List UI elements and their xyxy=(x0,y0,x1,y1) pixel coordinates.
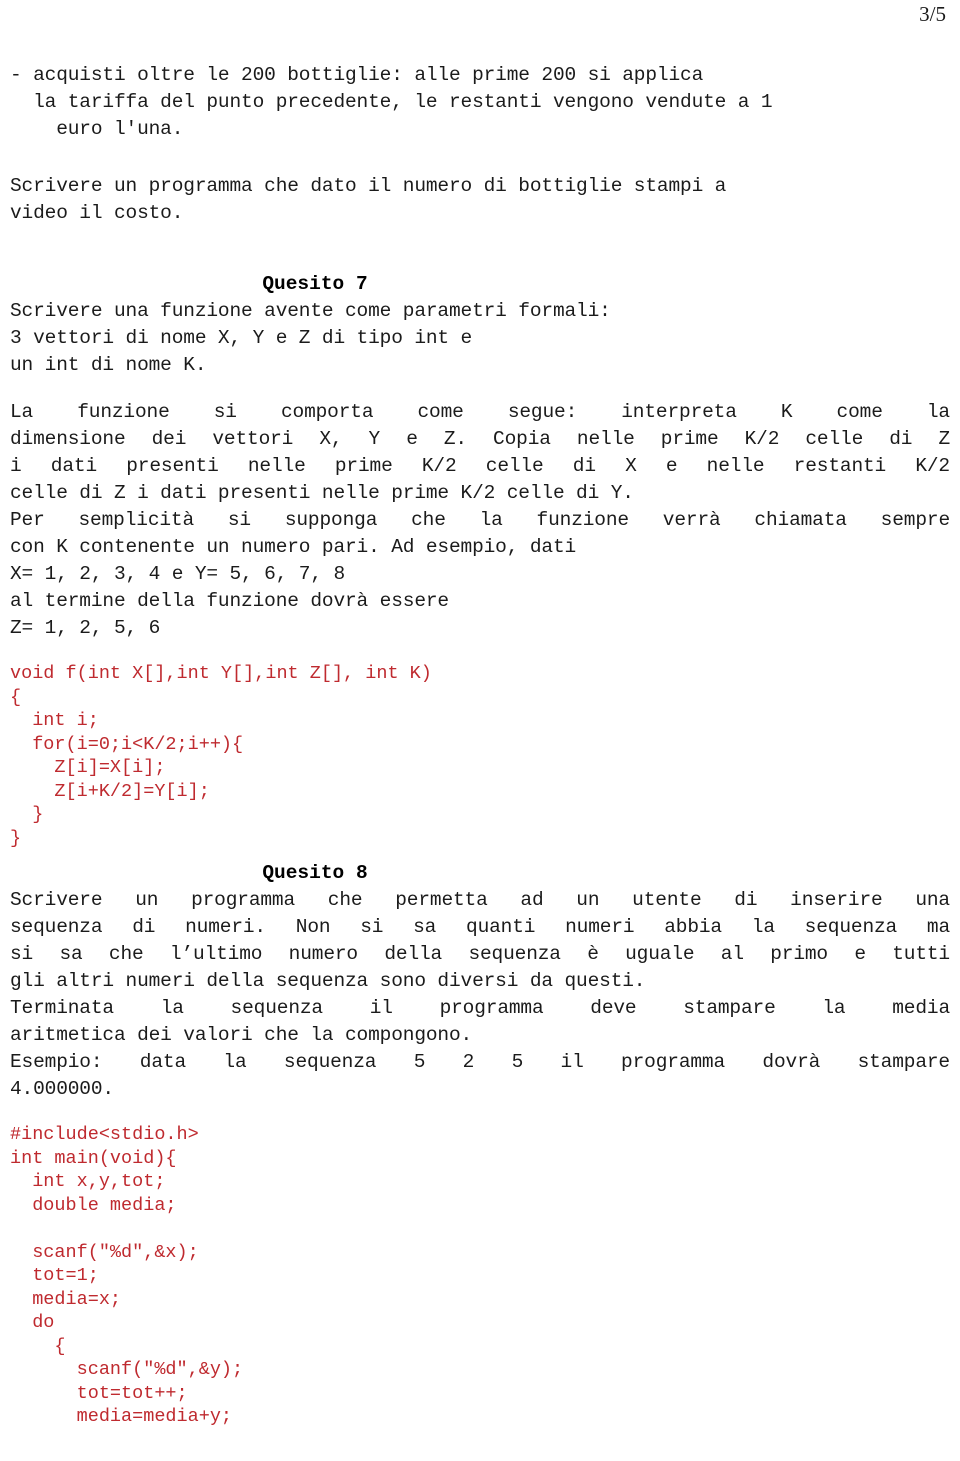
quesito-8-body-line-3: si sa che l’ultimo numero della sequenza… xyxy=(10,943,950,965)
quesito-7-body-line-3: i dati presenti nelle prime K/2 celle di… xyxy=(10,455,950,477)
bullet-line-1: - acquisti oltre le 200 bottiglie: alle … xyxy=(10,64,704,86)
quesito-7-body-line-2: dimensione dei vettori X, Y e Z. Copia n… xyxy=(10,428,950,450)
code-line: { xyxy=(10,686,22,708)
code-line: scanf("%d",&x); xyxy=(10,1241,199,1263)
code-line: } xyxy=(10,827,22,849)
code-line: Z[i+K/2]=Y[i]; xyxy=(10,780,210,802)
quesito-8-body-line-5: Terminata la sequenza il programma deve … xyxy=(10,997,950,1019)
page-number: 3/5 xyxy=(919,2,946,26)
code-line: Z[i]=X[i]; xyxy=(10,757,166,778)
quesito-7-body-line-8: al termine della funzione dovrà essere xyxy=(10,590,449,612)
code-line: media=media+y; xyxy=(10,1406,233,1427)
code-line: tot=1; xyxy=(10,1265,99,1286)
quesito-7-intro-line-3: un int di nome K. xyxy=(10,354,207,376)
intro-line-1: Scrivere un programma che dato il numero… xyxy=(10,175,727,197)
code-line: do xyxy=(10,1312,55,1333)
page-content: - acquisti oltre le 200 bottiglie: alle … xyxy=(10,62,950,1429)
code-line: } xyxy=(10,804,44,825)
quesito-8-body-line-6: aritmetica dei valori che la compongono. xyxy=(10,1024,473,1046)
quesito-7-intro-line-1: Scrivere una funzione avente come parame… xyxy=(10,300,611,322)
quesito-7-body-line-5: Per semplicità si supponga che la funzio… xyxy=(10,509,950,531)
document-page: 3/5 - acquisti oltre le 200 bottiglie: a… xyxy=(0,0,960,1461)
quesito-8-body-line-2: sequenza di numeri. Non si sa quanti num… xyxy=(10,916,950,938)
quesito-7-heading: Quesito 7 xyxy=(262,273,368,295)
quesito-7-body-line-7: X= 1, 2, 3, 4 e Y= 5, 6, 7, 8 xyxy=(10,563,346,585)
quesito-7-body-line-4: celle di Z i dati presenti nelle prime K… xyxy=(10,482,634,504)
code-line: for(i=0;i<K/2;i++){ xyxy=(10,733,244,755)
quesito-8-code-block: #include<stdio.h> int main(void){ int x,… xyxy=(10,1123,950,1429)
quesito-7-intro-line-2: 3 vettori di nome X, Y e Z di tipo int e xyxy=(10,327,473,349)
quesito-8-body-line-1: Scrivere un programma che permetta ad un… xyxy=(10,889,950,911)
code-line: { xyxy=(10,1335,66,1357)
quesito-7-body-line-1: La funzione si comporta come segue: inte… xyxy=(10,401,950,423)
quesito-8-heading: Quesito 8 xyxy=(262,862,368,884)
code-line: double media; xyxy=(10,1194,177,1216)
quesito-7-body-line-6: con K contenente un numero pari. Ad esem… xyxy=(10,536,577,558)
code-line: scanf("%d",&y); xyxy=(10,1359,244,1380)
bullet-line-2: la tariffa del punto precedente, le rest… xyxy=(10,91,773,113)
code-line: int main(void){ xyxy=(10,1147,177,1169)
quesito-7-code-block: void f(int X[],int Y[],int Z[], int K) {… xyxy=(10,662,950,850)
quesito-8-body-line-8: 4.000000. xyxy=(10,1078,114,1100)
code-line: media=x; xyxy=(10,1288,122,1310)
code-line: void f(int X[],int Y[],int Z[], int K) xyxy=(10,663,432,684)
bullet-line-3: euro l'una. xyxy=(10,118,184,140)
code-line: int i; xyxy=(10,710,99,731)
intro-line-2: video il costo. xyxy=(10,202,184,224)
quesito-7-body-line-9: Z= 1, 2, 5, 6 xyxy=(10,617,161,639)
quesito-8-body-line-7: Esempio: data la sequenza 5 2 5 il progr… xyxy=(10,1051,950,1073)
code-line: int x,y,tot; xyxy=(10,1171,166,1192)
code-line: #include<stdio.h> xyxy=(10,1124,199,1145)
code-line: tot=tot++; xyxy=(10,1382,188,1404)
quesito-8-body-line-4: gli altri numeri della sequenza sono div… xyxy=(10,970,646,992)
